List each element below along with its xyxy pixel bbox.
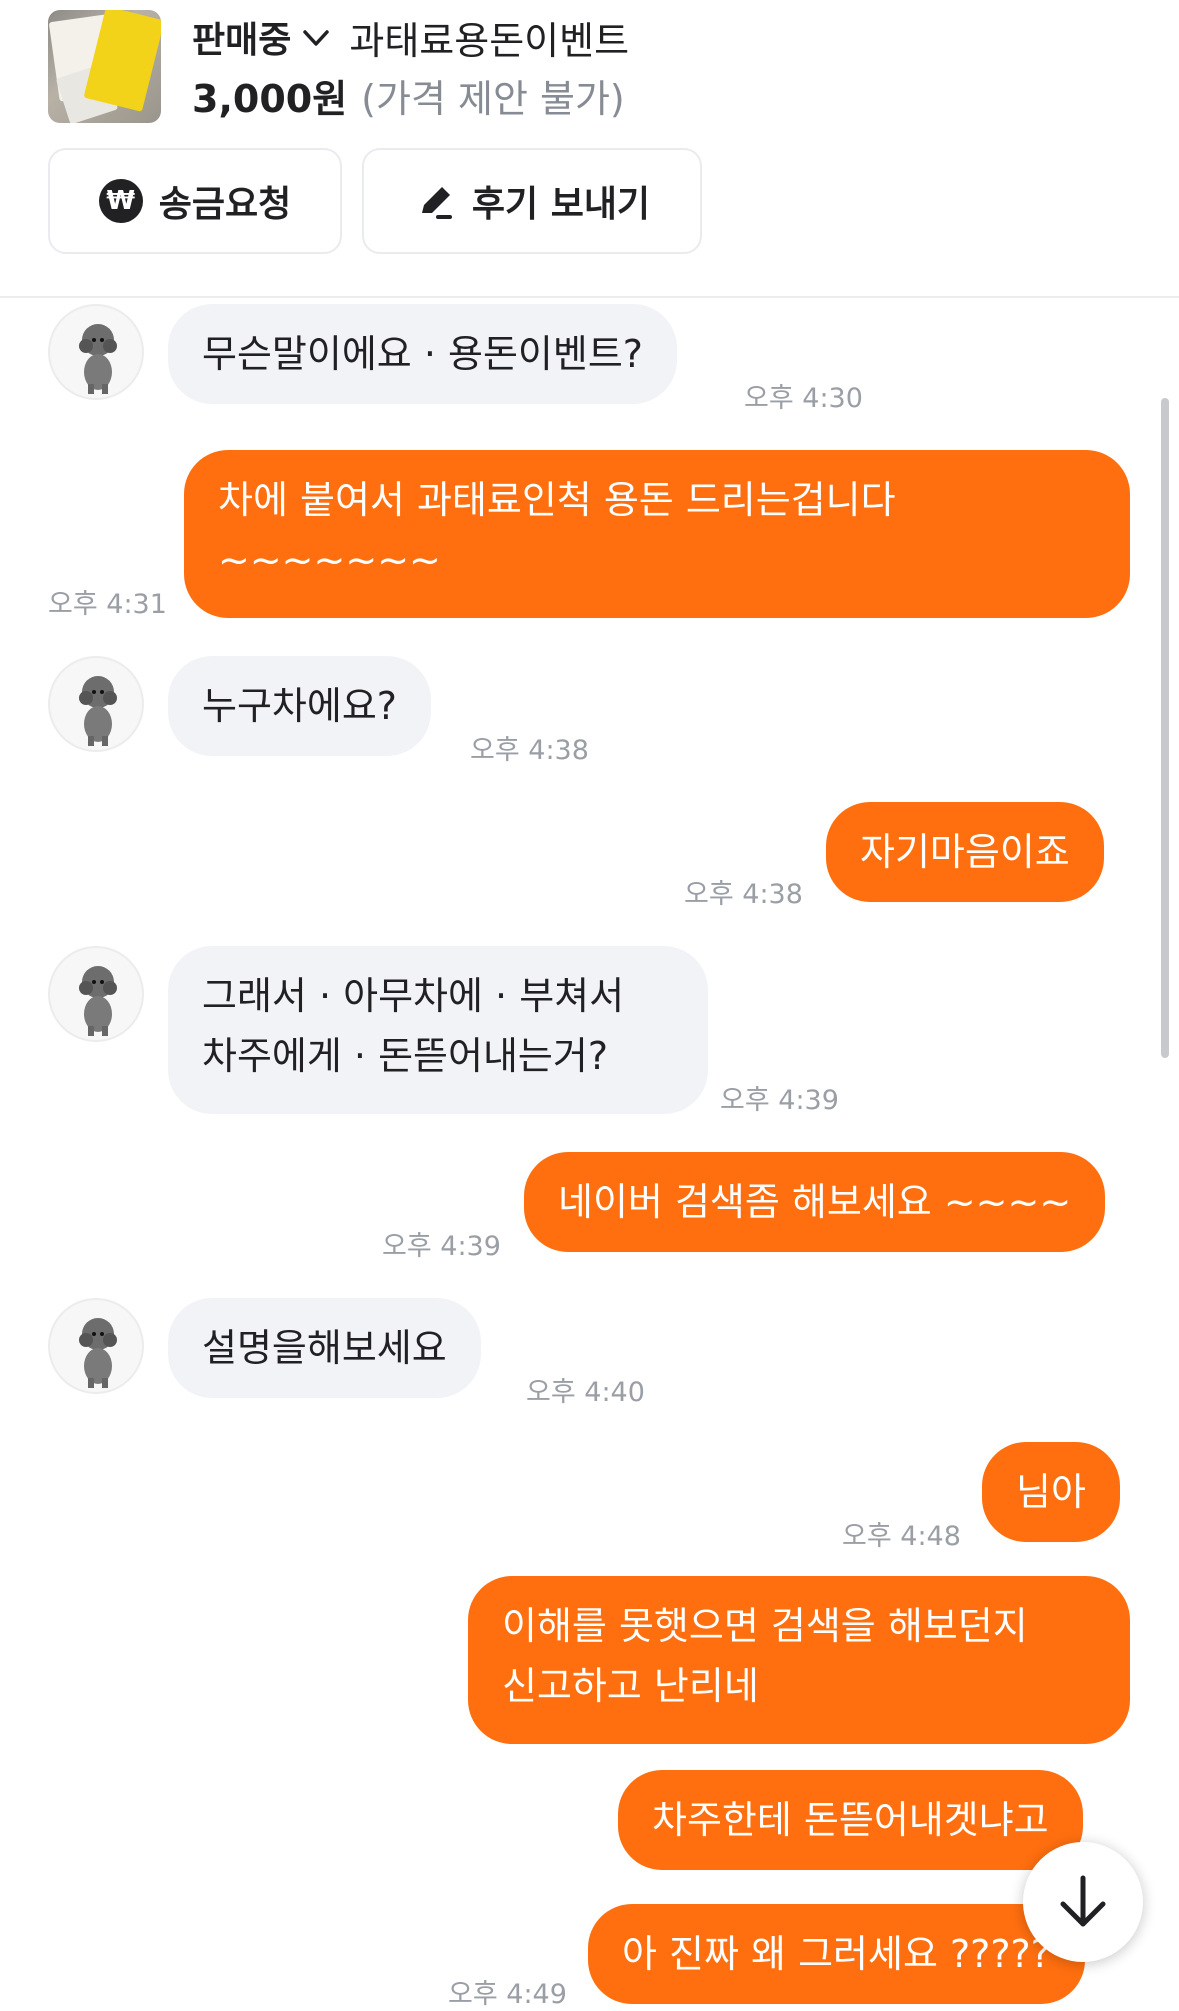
product-header: 판매중 과태료용돈이벤트 3,000원 (가격 제안 불가) ₩ 송금요청 후기… [0, 0, 1179, 298]
avatar[interactable] [48, 656, 144, 752]
send-review-button[interactable]: 후기 보내기 [362, 148, 702, 254]
message-bubble-incoming[interactable]: 그래서 · 아무차에 · 부쳐서 차주에게 · 돈뜯어내는거? [168, 946, 708, 1114]
poodle-icon [79, 324, 117, 394]
message-line: 그래서 · 아무차에 · 부쳐서 [202, 974, 625, 1018]
avatar[interactable] [48, 946, 144, 1042]
sale-status[interactable]: 판매중 [192, 11, 291, 63]
message-bubble-outgoing[interactable]: 님아 [982, 1442, 1120, 1542]
message-timestamp: 오후 4:48 [842, 1521, 961, 1552]
message-timestamp: 오후 4:49 [448, 1979, 567, 2010]
remit-request-label: 송금요청 [158, 184, 292, 225]
won-circle-icon: ₩ [98, 179, 143, 223]
message-timestamp: 오후 4:39 [382, 1231, 501, 1262]
arrow-down-icon [1060, 1875, 1106, 1927]
scroll-down-button[interactable] [1023, 1842, 1143, 1962]
message-bubble-incoming[interactable]: 설명을해보세요 [168, 1298, 481, 1398]
message-bubble-outgoing[interactable]: 이해를 못햇으면 검색을 해보던지 신고하고 난리네 [468, 1576, 1130, 1744]
message-timestamp: 오후 4:40 [526, 1377, 645, 1408]
product-thumbnail[interactable] [48, 10, 161, 123]
message-line: 차에 붙여서 과태료인척 용돈 드리는겁니다 [218, 478, 896, 522]
price-row: 3,000원 (가격 제안 불가) [192, 66, 625, 124]
status-row: 판매중 과태료용돈이벤트 [192, 11, 630, 63]
message-bubble-outgoing[interactable]: 아 진짜 왜 그러세요 ????? [588, 1904, 1085, 2004]
message-bubble-incoming[interactable]: 누구차에요? [168, 656, 431, 756]
avatar[interactable] [48, 1298, 144, 1394]
poodle-icon [79, 1318, 117, 1388]
price-note: (가격 제안 불가) [361, 76, 625, 121]
message-bubble-incoming[interactable]: 무슨말이에요 · 용돈이벤트? [168, 304, 677, 404]
message-bubble-outgoing[interactable]: 네이버 검색좀 해보세요 ~~~~ [524, 1152, 1106, 1252]
message-line: 신고하고 난리네 [502, 1664, 759, 1708]
poodle-icon [79, 676, 117, 746]
message-timestamp: 오후 4:30 [744, 383, 863, 414]
chevron-down-icon[interactable] [301, 22, 331, 52]
message-timestamp: 오후 4:39 [720, 1085, 839, 1116]
message-timestamp: 오후 4:31 [48, 589, 167, 620]
product-price: 3,000원 [192, 76, 348, 121]
message-bubble-outgoing[interactable]: 차주한테 돈뜯어내겟냐고 [618, 1770, 1083, 1870]
poodle-icon [79, 966, 117, 1036]
message-line: ~~~~~~~ [218, 538, 441, 582]
avatar[interactable] [48, 304, 144, 400]
remit-request-button[interactable]: ₩ 송금요청 [48, 148, 342, 254]
message-timestamp: 오후 4:38 [470, 735, 589, 766]
message-bubble-outgoing[interactable]: 차에 붙여서 과태료인척 용돈 드리는겁니다 ~~~~~~~ [184, 450, 1130, 618]
product-title: 과태료용돈이벤트 [349, 18, 630, 63]
message-line: 이해를 못햇으면 검색을 해보던지 [502, 1604, 1028, 1648]
scrollbar[interactable] [1161, 398, 1169, 1058]
message-bubble-outgoing[interactable]: 자기마음이죠 [826, 802, 1104, 902]
message-timestamp: 오후 4:38 [684, 879, 803, 910]
send-review-label: 후기 보내기 [471, 184, 651, 225]
message-line: 차주에게 · 돈뜯어내는거? [202, 1034, 609, 1078]
pencil-icon [421, 187, 452, 219]
